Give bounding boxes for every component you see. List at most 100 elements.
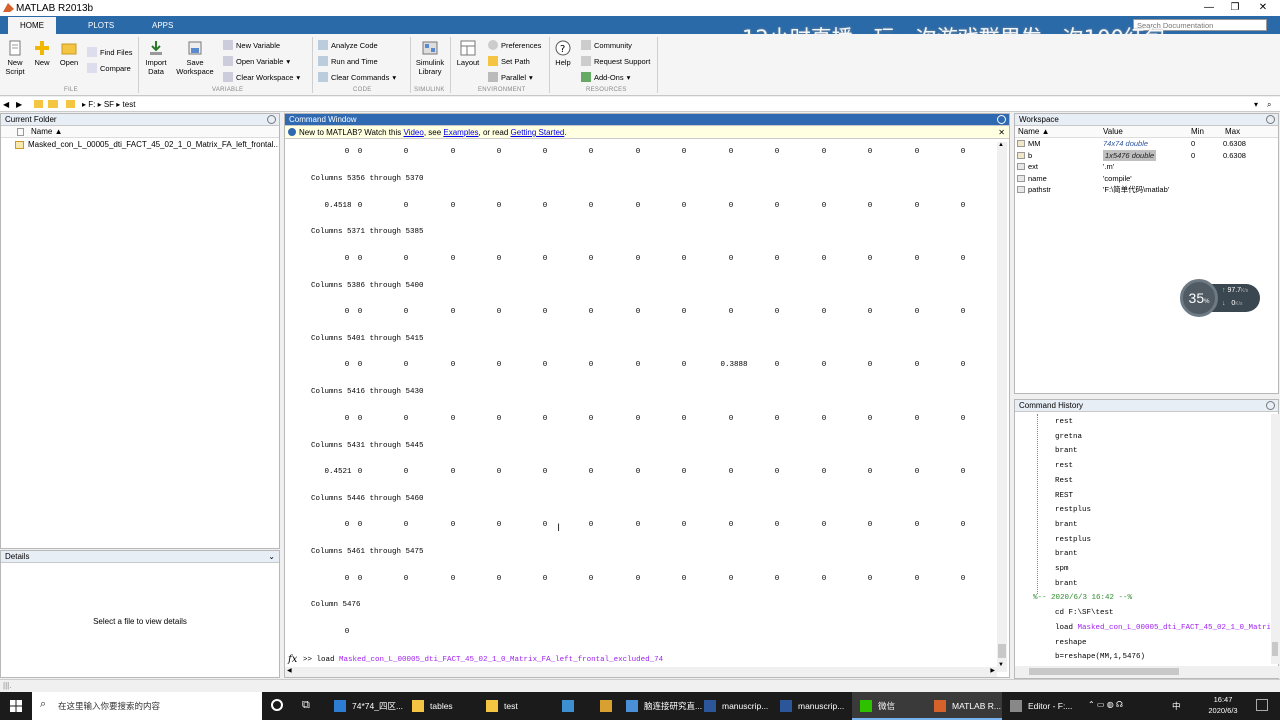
clear-commands-button[interactable]: Clear Commands ▾ <box>318 72 396 82</box>
scrollbar-thumb[interactable] <box>1272 642 1278 656</box>
maximize-button[interactable]: ❐ <box>1222 0 1248 16</box>
taskbar-app[interactable]: MATLAB R... <box>926 692 1002 720</box>
notification-icon[interactable] <box>1256 699 1268 711</box>
panel-menu-icon[interactable] <box>267 115 276 124</box>
task-view-icon[interactable]: ⧉ <box>302 699 310 712</box>
scrollbar-thumb[interactable] <box>998 644 1006 658</box>
back-icon[interactable]: ◀ <box>3 97 9 112</box>
variable-name[interactable]: ext <box>1028 161 1038 173</box>
col-value[interactable]: Value <box>1103 126 1123 138</box>
column-header-name[interactable]: Name ▲ <box>31 126 62 138</box>
file-name[interactable]: Masked_con_L_00005_dti_FACT_45_02_1_0_Ma… <box>28 138 278 152</box>
history-item[interactable]: REST <box>1055 492 1073 500</box>
history-scrollbar[interactable] <box>1271 414 1279 664</box>
new-button[interactable]: New <box>32 40 52 67</box>
scroll-down-icon[interactable]: ▼ <box>998 662 1004 668</box>
minimize-button[interactable]: — <box>1196 0 1222 16</box>
community-button[interactable]: Community <box>581 40 632 50</box>
col-max[interactable]: Max <box>1225 126 1240 138</box>
taskbar-app[interactable] <box>554 692 592 720</box>
taskbar-app[interactable]: 脑连接研究直... <box>618 692 702 720</box>
taskbar-app[interactable]: 微信 <box>852 692 926 720</box>
analyze-code-button[interactable]: Analyze Code <box>318 40 378 50</box>
history-item[interactable]: restplus <box>1055 506 1091 514</box>
getting-started-link[interactable]: Getting Started <box>511 128 565 137</box>
browse-folder-icon[interactable] <box>48 100 58 108</box>
panel-menu-icon[interactable] <box>1266 401 1275 410</box>
workspace-row[interactable]: MM 74x74 double 0 0.6308 <box>1015 138 1278 150</box>
chevron-down-icon[interactable]: ▾ <box>1254 97 1258 112</box>
col-min[interactable]: Min <box>1191 126 1204 138</box>
taskbar-app[interactable]: Editor - F:... <box>1002 692 1082 720</box>
new-variable-button[interactable]: New Variable <box>223 40 280 50</box>
preferences-button[interactable]: Preferences <box>488 40 541 50</box>
list-item[interactable]: Masked_con_L_00005_dti_FACT_45_02_1_0_Ma… <box>1 138 279 152</box>
history-item[interactable]: Rest <box>1055 477 1073 485</box>
column-header[interactable]: Name ▲ <box>1 126 279 138</box>
ime-indicator[interactable]: 中 <box>1172 700 1181 712</box>
scroll-left-icon[interactable]: ◀ <box>287 667 292 674</box>
workspace-row[interactable]: name 'compile' <box>1015 173 1278 185</box>
windows-start-icon[interactable] <box>10 700 22 712</box>
scrollbar-thumb[interactable] <box>1029 668 1179 675</box>
variable-name[interactable]: MM <box>1028 138 1041 150</box>
close-icon[interactable]: ✕ <box>998 126 1005 139</box>
request-support-button[interactable]: Request Support <box>581 56 650 66</box>
variable-name[interactable]: pathstr <box>1028 184 1051 196</box>
history-item[interactable]: cd F:\SF\test <box>1055 609 1114 617</box>
taskbar-app[interactable]: manuscrip... <box>696 692 772 720</box>
tab-plots[interactable]: PLOTS <box>76 17 126 34</box>
video-link[interactable]: Video <box>403 128 423 137</box>
history-item[interactable]: rest <box>1055 418 1073 426</box>
taskbar-app[interactable]: 74*74_四区... <box>326 692 404 720</box>
workspace-row[interactable]: pathstr 'F:\简单代码\matlab' <box>1015 184 1278 196</box>
variable-name[interactable]: name <box>1028 173 1047 185</box>
help-button[interactable]: ? Help <box>553 40 573 67</box>
breadcrumb[interactable]: ▸ F: ▸ SF ▸ test <box>82 97 135 112</box>
workspace-scrollbar[interactable] <box>1271 115 1278 393</box>
open-button[interactable]: Open <box>58 40 80 67</box>
forward-icon[interactable]: ▶ <box>16 97 22 112</box>
parallel-button[interactable]: Parallel ▾ <box>488 72 533 82</box>
history-item[interactable]: brant <box>1055 447 1078 455</box>
variable-name[interactable]: b <box>1028 150 1032 162</box>
clock[interactable]: 16:47 2020/6/3 <box>1198 694 1248 716</box>
history-item[interactable]: b=reshape(MM,1,5476) <box>1055 653 1145 661</box>
history-item[interactable]: brant <box>1055 521 1078 529</box>
examples-link[interactable]: Examples <box>443 128 478 137</box>
workspace-row[interactable]: b 1x5476 double 0 0.6308 <box>1015 149 1278 162</box>
history-item[interactable]: rest <box>1055 462 1073 470</box>
history-item[interactable]: brant <box>1055 550 1078 558</box>
history-item[interactable]: reshape <box>1055 639 1087 647</box>
search-icon[interactable]: ⌕ <box>1267 97 1271 112</box>
tab-apps[interactable]: APPS <box>140 17 185 34</box>
new-script-button[interactable]: New Script <box>4 40 26 76</box>
horizontal-scrollbar[interactable]: ◀ ▶ <box>285 667 997 677</box>
function-browser-icon[interactable]: fx <box>288 654 297 666</box>
vertical-scrollbar[interactable]: ▲ ▼ <box>997 142 1007 672</box>
history-item[interactable]: spm <box>1055 565 1069 573</box>
panel-menu-icon[interactable] <box>997 115 1006 124</box>
set-path-button[interactable]: Set Path <box>488 56 530 66</box>
history-item[interactable]: brant <box>1055 580 1078 588</box>
close-button[interactable]: ✕ <box>1250 0 1276 16</box>
layout-button[interactable]: Layout <box>454 40 482 67</box>
history-item[interactable]: load Masked_con_L_00005_dti_FACT_45_02_1… <box>1055 624 1270 632</box>
tray-icons[interactable]: ⌃ ▭ ◍ ☊ <box>1088 700 1123 709</box>
history-session-header[interactable]: %-- 2020/6/3 16:42 --% <box>1033 594 1132 602</box>
command-prompt[interactable]: fx >> load Masked_con_L_00005_dti_FACT_4… <box>285 654 997 666</box>
chevron-down-icon[interactable]: ⌄ <box>268 551 275 563</box>
scroll-right-icon[interactable]: ▶ <box>990 667 995 674</box>
add-ons-button[interactable]: Add-Ons ▾ <box>581 72 630 82</box>
taskbar-app[interactable]: test <box>478 692 552 720</box>
taskbar-search-box[interactable]: ⌕ 在这里输入你要搜索的内容 <box>32 692 262 720</box>
open-variable-button[interactable]: Open Variable ▾ <box>223 56 290 66</box>
history-hscrollbar[interactable] <box>1015 666 1279 678</box>
taskbar-app[interactable]: manuscrip... <box>772 692 848 720</box>
breadcrumb-test[interactable]: test <box>123 100 136 109</box>
workspace-row[interactable]: ext '.m' <box>1015 161 1278 173</box>
taskbar-app[interactable]: tables <box>404 692 478 720</box>
clear-workspace-button[interactable]: Clear Workspace ▾ <box>223 72 300 82</box>
simulink-library-button[interactable]: Simulink Library <box>414 40 446 76</box>
save-workspace-button[interactable]: Save Workspace <box>176 40 214 76</box>
